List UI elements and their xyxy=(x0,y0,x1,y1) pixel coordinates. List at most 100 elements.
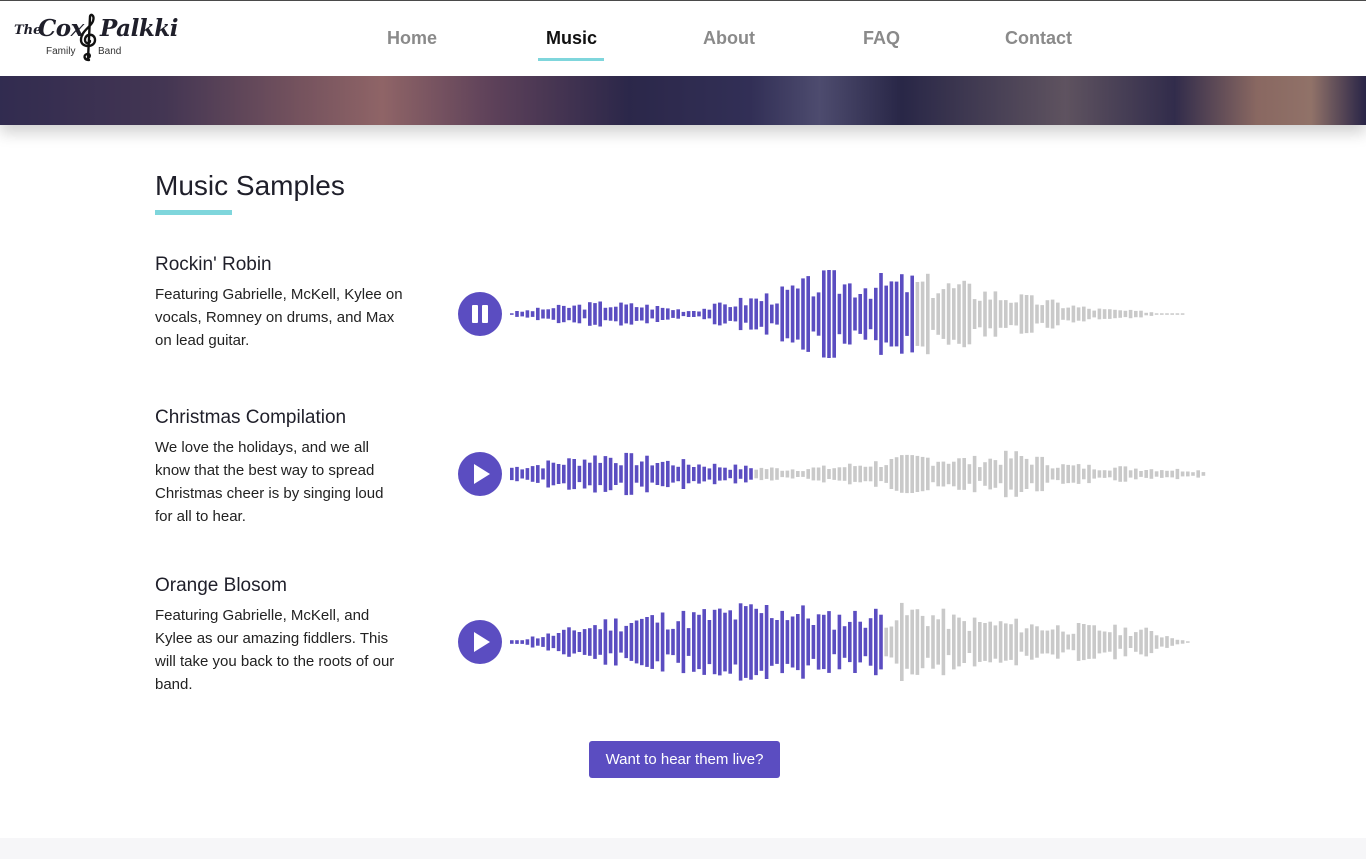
waveform-bar xyxy=(874,461,878,487)
waveform-bar xyxy=(1102,309,1107,319)
waveform-bar xyxy=(962,621,966,663)
waveform-bar xyxy=(915,282,920,346)
waveform-bar xyxy=(1045,300,1050,328)
waveform-bar xyxy=(666,629,670,655)
waveform[interactable] xyxy=(510,419,1210,529)
waveform-bar xyxy=(1134,310,1138,318)
waveform-bar xyxy=(634,465,639,483)
waveform-bar xyxy=(1097,308,1102,320)
waveform-bar xyxy=(811,625,816,659)
waveform-bar xyxy=(1175,639,1180,645)
waveform-bar xyxy=(1139,471,1143,477)
waveform-bar xyxy=(619,302,623,326)
waveform-bar xyxy=(572,459,576,490)
waveform-bar xyxy=(983,462,987,486)
waveform-bar xyxy=(1134,632,1138,652)
waveform-bar xyxy=(988,621,992,663)
waveform-bar xyxy=(676,621,680,663)
play-icon xyxy=(474,464,490,484)
waveform-bar xyxy=(842,626,847,658)
waveform-bar xyxy=(952,461,956,487)
waveform-bar xyxy=(749,604,753,680)
waveform-bar xyxy=(1144,470,1148,478)
nav-faq[interactable]: FAQ xyxy=(863,28,900,49)
play-button[interactable] xyxy=(458,452,502,496)
waveform-bar xyxy=(775,303,779,325)
waveform-bar xyxy=(978,467,982,481)
waveform-bar xyxy=(967,630,972,653)
treble-clef-icon xyxy=(79,13,97,62)
waveform[interactable] xyxy=(510,259,1210,369)
waveform-bar xyxy=(562,629,566,655)
waveform-bar xyxy=(556,304,561,324)
waveform-bar xyxy=(931,298,935,330)
waveform-bar xyxy=(941,289,946,339)
waveform-bar xyxy=(541,637,545,647)
waveform-bar xyxy=(598,629,602,655)
waveform-bar xyxy=(562,464,566,484)
waveform-bar xyxy=(598,301,602,327)
waveform-bar xyxy=(832,468,836,480)
waveform-bar xyxy=(983,291,987,337)
waveform-bar xyxy=(692,467,696,482)
hero-overlay xyxy=(0,76,1366,125)
waveform-bar xyxy=(920,615,925,669)
nav-about[interactable]: About xyxy=(703,28,755,49)
waveform-bar xyxy=(603,456,608,492)
waveform-bar xyxy=(915,455,920,492)
waveform-bar xyxy=(634,307,639,321)
waveform-bar xyxy=(816,614,821,670)
waveform-bar xyxy=(1024,295,1029,334)
waveform-bar xyxy=(738,469,743,479)
waveform-bar xyxy=(1128,309,1133,319)
waveform-bar xyxy=(780,286,784,342)
waveform-bar xyxy=(1071,305,1076,323)
waveform-bar xyxy=(1045,630,1050,654)
nav-home[interactable]: Home xyxy=(387,28,437,49)
waveform-bar xyxy=(962,280,966,348)
waveform-bar xyxy=(614,306,618,322)
logo-family: Family xyxy=(46,46,76,57)
waveform-bar xyxy=(1082,624,1086,661)
waveform-bar xyxy=(868,466,873,482)
waveform-bar xyxy=(666,460,670,488)
waveform-bar xyxy=(660,307,665,320)
hear-live-button[interactable]: Want to hear them live? xyxy=(589,741,780,778)
waveform-bar xyxy=(1082,468,1086,480)
waveform-bar xyxy=(910,455,914,493)
waveform-bar xyxy=(598,462,602,486)
waveform-bar xyxy=(796,288,800,340)
waveform-bar xyxy=(1180,640,1185,644)
waveform-bar xyxy=(629,303,634,325)
nav-contact[interactable]: Contact xyxy=(1005,28,1072,49)
waveform-bar xyxy=(556,633,561,652)
waveform-bar xyxy=(582,309,587,319)
waveform-bar xyxy=(790,616,795,668)
waveform[interactable] xyxy=(510,587,1210,697)
waveform-bar xyxy=(785,289,790,339)
pause-button[interactable] xyxy=(458,292,502,336)
waveform-bar xyxy=(868,298,873,330)
waveform-bar xyxy=(811,467,816,481)
title-underline xyxy=(155,210,232,215)
nav-music[interactable]: Music xyxy=(546,28,597,49)
play-button[interactable] xyxy=(458,620,502,664)
waveform-bar xyxy=(520,469,524,479)
waveform-bar xyxy=(728,610,732,674)
waveform-bar xyxy=(1170,638,1174,646)
waveform-bar xyxy=(1019,294,1024,334)
waveform-bar xyxy=(1201,472,1206,476)
waveform-bar xyxy=(827,469,831,479)
waveform-bar xyxy=(1009,458,1013,490)
waveform-bar xyxy=(1061,308,1065,320)
waveform-bar xyxy=(941,461,946,487)
waveform-bar xyxy=(1035,304,1039,324)
waveform-bar xyxy=(671,465,675,483)
waveform-bar xyxy=(993,625,998,659)
waveform-bar xyxy=(900,602,904,681)
brand-logo[interactable]: The Cox Palkki Family Band xyxy=(14,13,178,65)
waveform-bar xyxy=(733,619,738,665)
waveform-bar xyxy=(1108,632,1112,652)
waveform-bar xyxy=(634,620,639,664)
track-description: Featuring Gabrielle, McKell, Kylee on vo… xyxy=(155,286,403,349)
